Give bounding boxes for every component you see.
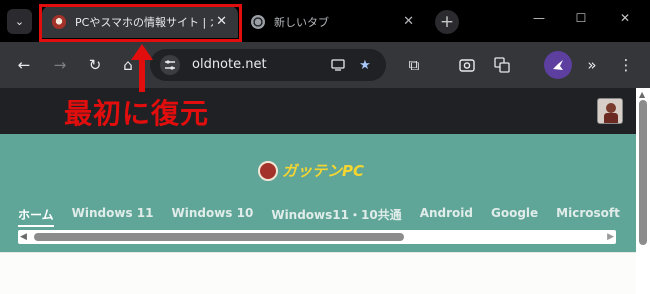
annotation-arrow-icon <box>131 44 153 92</box>
reload-icon: ↻ <box>88 56 102 74</box>
nav-item-android[interactable]: Android <box>420 206 473 227</box>
nav-item-common[interactable]: Windows11・10共通 <box>271 206 401 227</box>
scroll-thumb[interactable] <box>639 100 647 245</box>
scroll-left-icon[interactable]: ◀ <box>20 232 27 242</box>
nav-item-windows10[interactable]: Windows 10 <box>171 206 253 227</box>
tab-title: PCやスマホの情報サイト | ガ <box>75 16 213 29</box>
back-button[interactable]: ← <box>12 53 36 77</box>
translate-extension-button[interactable] <box>490 53 514 77</box>
new-tab-button[interactable]: + <box>435 10 459 34</box>
nav-item-windows11[interactable]: Windows 11 <box>72 206 154 227</box>
close-window-button[interactable]: ✕ <box>604 0 646 36</box>
maximize-button[interactable]: ☐ <box>560 0 602 36</box>
close-icon[interactable]: ✕ <box>403 14 414 30</box>
annotation-text: 最初に復元 <box>64 97 210 130</box>
minimize-icon: — <box>533 11 545 25</box>
more-extensions-button[interactable]: » <box>580 53 604 77</box>
page-vertical-scrollbar[interactable]: ▲ <box>636 88 650 294</box>
nav-item-microsoft[interactable]: Microsoft <box>556 206 620 227</box>
tab-strip: ⌄ PCやスマホの情報サイト | ガ ✕ 新しいタブ ✕ + — ☐ ✕ <box>0 0 650 42</box>
translate-icon <box>494 57 510 73</box>
web-page: ガッテンPC ホーム Windows 11 Windows 10 Windows… <box>0 134 650 294</box>
bookmark-star-icon[interactable]: ★ <box>355 55 375 75</box>
close-icon[interactable]: ✕ <box>216 14 227 30</box>
logo-mark-icon <box>258 160 278 181</box>
profile-extension-button[interactable] <box>544 51 572 79</box>
site-info-icon[interactable] <box>160 55 180 75</box>
site-nav: ホーム Windows 11 Windows 10 Windows11・10共通… <box>18 206 650 227</box>
logo-text: ガッテンPC <box>282 162 365 180</box>
back-arrow-icon: ← <box>17 56 31 74</box>
forward-button[interactable]: → <box>48 53 72 77</box>
site-header: ガッテンPC ホーム Windows 11 Windows 10 Windows… <box>0 134 650 252</box>
browser-window: ⌄ PCやスマホの情報サイト | ガ ✕ 新しいタブ ✕ + — ☐ ✕ ← →… <box>0 0 650 294</box>
minimize-button[interactable]: — <box>518 0 560 36</box>
forward-arrow-icon: → <box>53 56 67 74</box>
reload-button[interactable]: ↻ <box>83 53 107 77</box>
scroll-up-icon[interactable]: ▲ <box>639 90 645 99</box>
site-logo[interactable]: ガッテンPC <box>258 160 364 181</box>
nav-horizontal-scrollbar[interactable]: ◀ ▶ <box>18 230 616 244</box>
menu-button[interactable]: ⋮ <box>614 53 638 77</box>
maximize-icon: ☐ <box>575 11 587 25</box>
plus-icon: + <box>439 12 455 32</box>
chrome-icon <box>251 15 265 29</box>
site-favicon-icon <box>52 15 66 29</box>
kebab-menu-icon: ⋮ <box>618 56 634 74</box>
page-content <box>0 252 636 294</box>
tab-title: 新しいタブ <box>274 16 329 29</box>
chevron-down-icon: ⌄ <box>14 15 25 28</box>
tab-new[interactable]: 新しいタブ ✕ <box>241 6 425 38</box>
screenshot-extension-button[interactable] <box>455 53 479 77</box>
scroll-right-icon[interactable]: ▶ <box>607 232 614 242</box>
double-chevron-icon: » <box>587 56 597 74</box>
toolbar: ← → ↻ ⌂ oldnote.net ★ ⧉ » ⋮ <box>0 42 650 88</box>
address-bar[interactable]: oldnote.net ★ <box>150 49 386 81</box>
extensions-button[interactable]: ⧉ <box>402 53 426 77</box>
nav-item-home[interactable]: ホーム <box>18 206 54 227</box>
camera-icon <box>459 59 475 72</box>
url-text[interactable]: oldnote.net <box>192 57 267 72</box>
install-app-icon[interactable] <box>328 55 348 75</box>
puzzle-icon: ⧉ <box>408 56 420 74</box>
tab-active[interactable]: PCやスマホの情報サイト | ガ ✕ <box>42 6 238 38</box>
nav-item-google[interactable]: Google <box>491 206 538 227</box>
close-icon: ✕ <box>619 11 631 25</box>
tab-search-button[interactable]: ⌄ <box>7 9 32 34</box>
bird-icon <box>553 60 563 70</box>
scroll-thumb[interactable] <box>34 233 404 241</box>
profile-avatar[interactable] <box>597 98 623 124</box>
